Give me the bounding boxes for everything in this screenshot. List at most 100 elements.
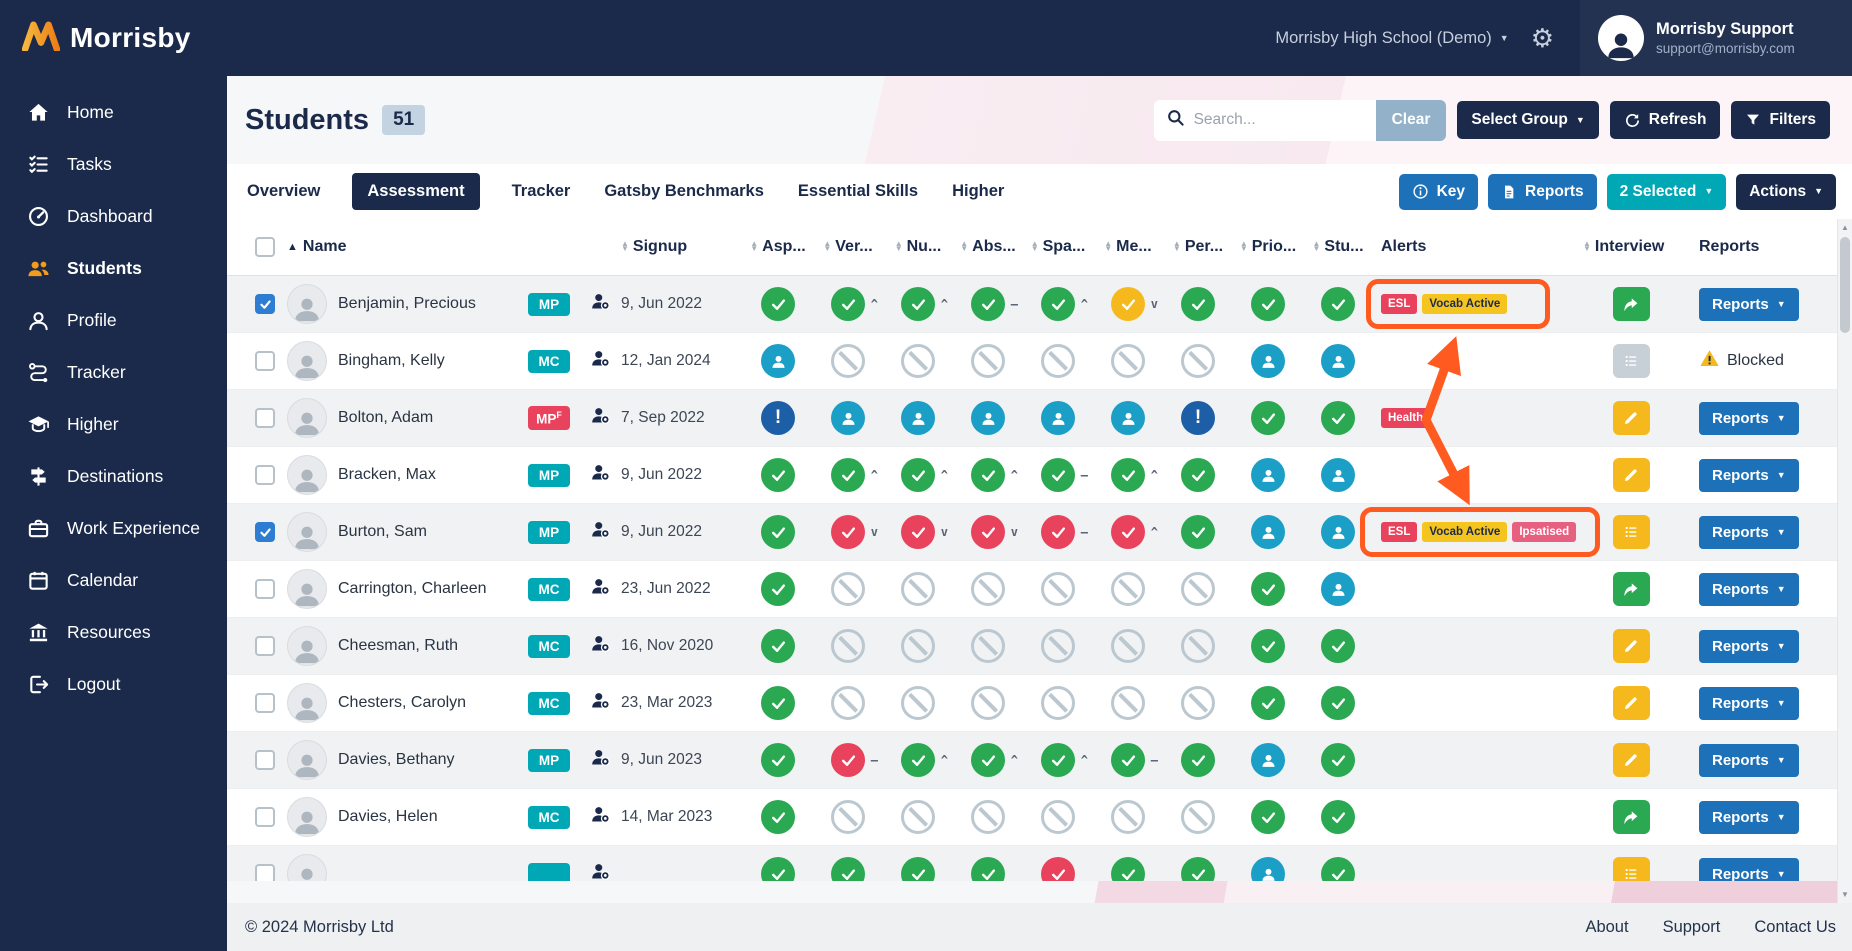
status-check-red-icon[interactable]: v: [901, 515, 948, 549]
status-check-green-icon[interactable]: [1321, 857, 1355, 881]
actions-button[interactable]: Actions ▼: [1736, 173, 1836, 210]
interview-pencil-icon[interactable]: [1612, 629, 1650, 663]
status-not-started-icon[interactable]: [901, 800, 935, 834]
sort-icon[interactable]: ▲ ▼: [1104, 240, 1112, 253]
clear-search-button[interactable]: Clear: [1375, 99, 1447, 141]
status-check-green-icon[interactable]: [1251, 686, 1285, 720]
status-check-green-icon[interactable]: [1321, 800, 1355, 834]
person-badge-icon[interactable]: [590, 519, 611, 545]
status-check-green-icon[interactable]: [1181, 458, 1215, 492]
status-check-green-icon[interactable]: [831, 857, 865, 881]
vertical-scrollbar[interactable]: ▲ ▼: [1837, 219, 1852, 903]
student-name[interactable]: Davies, Bethany: [338, 751, 455, 769]
status-not-started-icon[interactable]: [1111, 572, 1145, 606]
status-not-started-icon[interactable]: [1181, 800, 1215, 834]
status-check-green-icon[interactable]: [761, 743, 795, 777]
reports-dropdown-button[interactable]: Reports ▼: [1699, 629, 1799, 663]
status-not-started-icon[interactable]: [1181, 572, 1215, 606]
person-badge-icon[interactable]: [590, 633, 611, 659]
row-checkbox[interactable]: [255, 465, 275, 485]
status-not-started-icon[interactable]: [1181, 629, 1215, 663]
person-badge-icon[interactable]: [590, 576, 611, 602]
status-check-green-icon[interactable]: [1321, 686, 1355, 720]
status-not-started-icon[interactable]: [901, 629, 935, 663]
sidebar-item-resources[interactable]: Resources: [0, 606, 227, 658]
status-check-green-icon[interactable]: [1181, 287, 1215, 321]
interview-forward-icon[interactable]: [1612, 800, 1650, 834]
status-check-green-icon[interactable]: [761, 686, 795, 720]
tab-overview[interactable]: Overview: [245, 173, 322, 210]
status-not-started-icon[interactable]: [831, 344, 865, 378]
status-profile-person-icon[interactable]: [1321, 515, 1355, 549]
status-check-green-icon[interactable]: [761, 458, 795, 492]
status-check-green-icon[interactable]: ^: [901, 458, 948, 492]
reports-dropdown-button[interactable]: Reports ▼: [1699, 515, 1799, 549]
reports-dropdown-button[interactable]: Reports ▼: [1699, 686, 1799, 720]
reports-dropdown-button[interactable]: Reports ▼: [1699, 287, 1799, 321]
select-group-button[interactable]: Select Group ▼: [1457, 101, 1599, 139]
row-checkbox[interactable]: [255, 636, 275, 656]
status-check-green-icon[interactable]: ^: [831, 458, 878, 492]
footer-link-about[interactable]: About: [1585, 918, 1628, 937]
sort-icon[interactable]: ▲ ▼: [960, 240, 968, 253]
column-header-per[interactable]: ▲ ▼ Per...: [1163, 219, 1233, 275]
status-check-red-icon[interactable]: ^: [1111, 515, 1158, 549]
row-checkbox[interactable]: [255, 864, 275, 881]
status-check-red-icon[interactable]: –: [1041, 515, 1088, 549]
status-not-started-icon[interactable]: [1041, 344, 1075, 378]
sort-icon[interactable]: ▲ ▼: [750, 240, 758, 253]
status-not-started-icon[interactable]: [831, 800, 865, 834]
status-check-green-icon[interactable]: ^: [901, 287, 948, 321]
sidebar-item-higher[interactable]: Higher: [0, 398, 227, 450]
status-check-green-icon[interactable]: –: [1111, 743, 1158, 777]
interview-pencil-icon[interactable]: [1612, 401, 1650, 435]
footer-link-support[interactable]: Support: [1663, 918, 1721, 937]
status-not-started-icon[interactable]: [1111, 629, 1145, 663]
status-check-green-icon[interactable]: [1321, 287, 1355, 321]
key-button[interactable]: Key: [1398, 173, 1479, 210]
row-checkbox[interactable]: [255, 351, 275, 371]
status-check-green-icon[interactable]: [761, 800, 795, 834]
sidebar-item-home[interactable]: Home: [0, 86, 227, 138]
status-not-started-icon[interactable]: [971, 629, 1005, 663]
status-check-green-icon[interactable]: [1251, 800, 1285, 834]
status-profile-person-icon[interactable]: [1251, 515, 1285, 549]
column-header-abs[interactable]: ▲ ▼ Abs...: [953, 219, 1023, 275]
student-name[interactable]: Cheesman, Ruth: [338, 637, 458, 655]
status-check-green-icon[interactable]: [901, 857, 935, 881]
column-header-me[interactable]: ▲ ▼ Me...: [1093, 219, 1163, 275]
status-check-green-icon[interactable]: ^: [1041, 743, 1088, 777]
footer-link-contact-us[interactable]: Contact Us: [1754, 918, 1836, 937]
status-profile-person-icon[interactable]: [1321, 572, 1355, 606]
column-header-interview[interactable]: ▲ ▼ Interview: [1583, 219, 1679, 275]
status-profile-person-icon[interactable]: [971, 401, 1005, 435]
row-checkbox[interactable]: [255, 408, 275, 428]
status-profile-person-icon[interactable]: [1041, 401, 1075, 435]
status-not-started-icon[interactable]: [901, 686, 935, 720]
student-name[interactable]: Davies, Helen: [338, 808, 438, 826]
student-name[interactable]: Bolton, Adam: [338, 409, 433, 427]
status-check-green-icon[interactable]: [1181, 515, 1215, 549]
row-checkbox[interactable]: [255, 294, 275, 314]
status-not-started-icon[interactable]: [1111, 800, 1145, 834]
person-badge-icon[interactable]: [590, 804, 611, 830]
status-not-started-icon[interactable]: [1181, 686, 1215, 720]
sidebar-item-profile[interactable]: Profile: [0, 294, 227, 346]
tab-assessment[interactable]: Assessment: [352, 173, 480, 210]
selected-count-button[interactable]: 2 Selected ▼: [1606, 173, 1727, 210]
sort-icon[interactable]: ▲ ▼: [895, 240, 903, 253]
refresh-button[interactable]: Refresh: [1609, 101, 1721, 139]
person-badge-icon[interactable]: [590, 291, 611, 317]
column-header-stu[interactable]: ▲ ▼ Stu...: [1303, 219, 1373, 275]
filters-button[interactable]: Filters: [1731, 101, 1830, 139]
scroll-up-icon[interactable]: ▲: [1838, 223, 1852, 232]
scrollbar-thumb[interactable]: [1840, 237, 1850, 333]
morrisby-logo[interactable]: Morrisby: [0, 20, 227, 56]
student-name[interactable]: Chesters, Carolyn: [338, 694, 466, 712]
status-check-green-icon[interactable]: [1321, 401, 1355, 435]
row-checkbox[interactable]: [255, 579, 275, 599]
status-profile-person-icon[interactable]: [1251, 458, 1285, 492]
status-check-green-icon[interactable]: [761, 287, 795, 321]
status-not-started-icon[interactable]: [971, 572, 1005, 606]
status-not-started-icon[interactable]: [1111, 344, 1145, 378]
